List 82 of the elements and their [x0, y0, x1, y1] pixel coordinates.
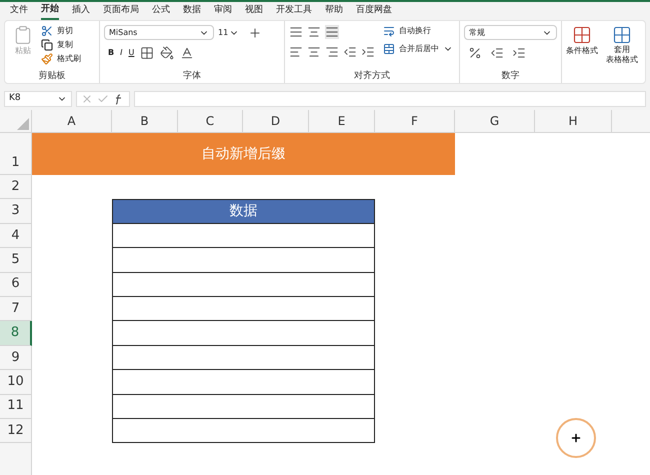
font-name-field[interactable]: MiSans [104, 25, 214, 40]
formula-field[interactable] [134, 91, 646, 107]
copy-button[interactable]: 复制 [41, 39, 81, 51]
clipboard-icon [13, 25, 33, 45]
bold-button[interactable]: B [108, 47, 114, 59]
column-header[interactable]: H [535, 110, 612, 132]
row-header[interactable]: 4 [0, 224, 32, 248]
table-cell[interactable] [112, 394, 375, 419]
scissors-icon [41, 25, 53, 37]
table-cell[interactable] [112, 418, 375, 444]
fill-color-icon[interactable] [160, 46, 174, 60]
font-color-icon[interactable] [180, 46, 194, 60]
merge-cells-icon [383, 43, 395, 55]
table-cell[interactable] [112, 296, 375, 322]
grid-icon [612, 25, 632, 45]
italic-button[interactable]: I [120, 47, 122, 59]
ribbon-tab[interactable]: 百度网盘 [356, 2, 392, 20]
column-header[interactable]: C [178, 110, 243, 132]
row-header[interactable]: 9 [0, 346, 32, 370]
table-cell[interactable] [112, 272, 375, 297]
conditional-format-button[interactable]: 条件格式 [566, 25, 598, 83]
paintbrush-icon [41, 53, 53, 65]
align-left-icon[interactable] [289, 45, 303, 59]
ribbon-tab[interactable]: 帮助 [325, 2, 343, 20]
table-cell[interactable] [112, 370, 375, 395]
ribbon-tab[interactable]: 页面布局 [103, 2, 139, 20]
row-header[interactable]: 6 [0, 272, 32, 297]
row-header[interactable]: 10 [0, 370, 32, 395]
ribbon-tab[interactable]: 文件 [10, 2, 28, 20]
name-box[interactable]: K8 [4, 91, 72, 107]
row-header[interactable]: 3 [0, 199, 32, 224]
row-header[interactable]: 5 [0, 248, 32, 273]
copy-icon [41, 39, 53, 51]
ribbon-tab[interactable]: 开发工具 [276, 2, 312, 20]
indent-icon[interactable] [361, 45, 375, 59]
grid-icon [572, 25, 592, 45]
underline-button[interactable]: U [128, 47, 134, 59]
table-format-button[interactable]: 套用 表格格式 [606, 25, 638, 83]
table-cell[interactable] [112, 346, 375, 370]
align-top-icon[interactable] [289, 25, 303, 39]
table-header-cell: 数据 [112, 199, 375, 224]
group-label: 字体 [183, 70, 201, 82]
align-middle-icon[interactable] [307, 25, 321, 39]
number-format-field[interactable]: 常规 [464, 25, 557, 40]
column-header[interactable]: G [455, 110, 535, 132]
row-header[interactable]: 11 [0, 394, 32, 419]
cursor-icon [556, 418, 596, 458]
ribbon-tab[interactable]: 数据 [183, 2, 201, 20]
group-label: 数字 [502, 70, 520, 82]
title-cell: 自动新增后缀 [32, 133, 455, 175]
column-header[interactable]: A [32, 110, 112, 132]
row-header[interactable]: 7 [0, 296, 32, 322]
wrap-text-button[interactable]: 自动换行 [383, 25, 453, 37]
align-right-icon[interactable] [325, 45, 339, 59]
table-cell[interactable] [112, 248, 375, 273]
group-label: 对齐方式 [354, 70, 390, 82]
triangle-icon [17, 118, 29, 130]
font-size-field[interactable]: 11 [218, 25, 244, 40]
row-header[interactable]: 2 [0, 175, 32, 200]
column-header[interactable]: B [112, 110, 178, 132]
table-cell[interactable] [112, 224, 375, 248]
ribbon-tab[interactable]: 插入 [72, 2, 90, 20]
group-label: 剪贴板 [38, 70, 66, 82]
outdent-icon[interactable] [343, 45, 357, 59]
percent-icon[interactable] [468, 46, 482, 60]
ribbon-tab[interactable]: 视图 [245, 2, 263, 20]
row-header[interactable]: 1 [0, 133, 32, 175]
merge-center-button[interactable]: 合并后居中 [383, 43, 453, 55]
table-cell[interactable] [112, 321, 375, 346]
column-header[interactable]: E [309, 110, 375, 132]
row-header[interactable]: 12 [0, 418, 32, 444]
borders-icon[interactable] [140, 46, 154, 60]
align-bottom-icon[interactable] [325, 25, 339, 39]
wrap-text-icon [383, 25, 395, 37]
ribbon-tab[interactable]: 公式 [152, 2, 170, 20]
column-header[interactable]: D [243, 110, 309, 132]
cut-button[interactable]: 剪切 [41, 25, 81, 37]
format-painter-button[interactable]: 格式刷 [41, 53, 81, 65]
ribbon-tab[interactable]: 审阅 [214, 2, 232, 20]
row-header[interactable]: 8 [0, 321, 32, 346]
column-header[interactable]: F [375, 110, 455, 132]
align-center-icon[interactable] [307, 45, 321, 59]
